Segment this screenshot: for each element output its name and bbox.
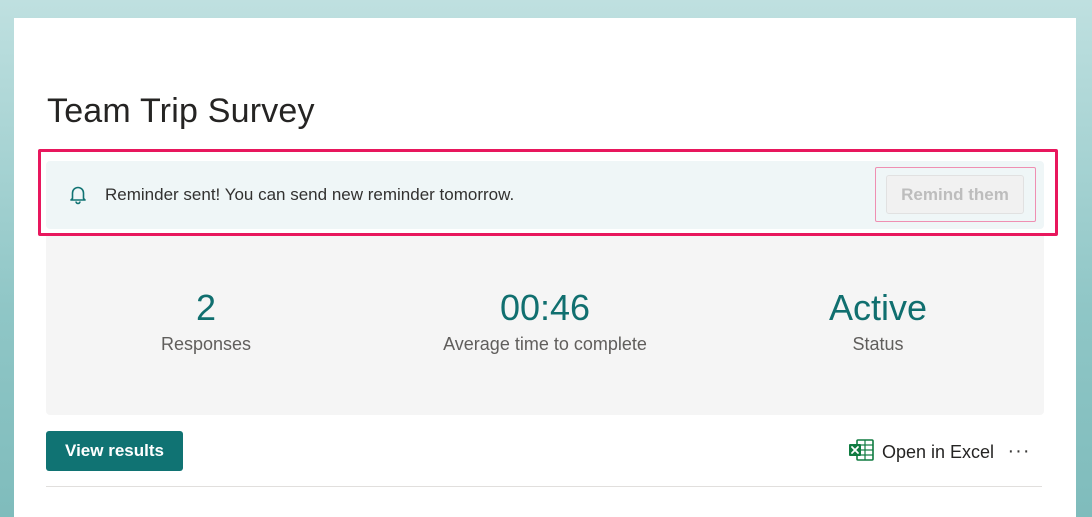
more-icon: ···: [1007, 439, 1031, 462]
stat-value: Active: [828, 287, 928, 328]
stat-average-time: 00:46 Average time to complete: [395, 288, 695, 355]
stat-label: Responses: [160, 334, 252, 354]
stats-panel: 2 Responses 00:46 Average time to comple…: [46, 236, 1044, 415]
stat-value: 2: [195, 287, 217, 328]
stat-status: Active Status: [728, 288, 1028, 355]
bell-icon: [66, 182, 90, 206]
reminder-message: Reminder sent! You can send new reminder…: [105, 185, 515, 204]
page-title: Team Trip Survey: [47, 92, 315, 130]
open-in-excel-label: Open in Excel: [882, 441, 995, 462]
stat-value: 00:46: [499, 287, 591, 328]
more-options-button[interactable]: ···: [1004, 436, 1034, 466]
remind-them-button[interactable]: Remind them: [886, 175, 1024, 214]
stat-label: Average time to complete: [443, 334, 647, 354]
open-in-excel-link[interactable]: Open in Excel: [848, 438, 994, 466]
view-results-button[interactable]: View results: [46, 431, 183, 471]
stat-label: Status: [852, 334, 904, 354]
divider: [46, 486, 1042, 487]
stat-responses: 2 Responses: [56, 288, 356, 355]
excel-icon: [848, 438, 874, 466]
form-summary-card: Team Trip Survey Reminder sent! You can …: [14, 18, 1076, 517]
reminder-banner: Reminder sent! You can send new reminder…: [46, 161, 1044, 229]
